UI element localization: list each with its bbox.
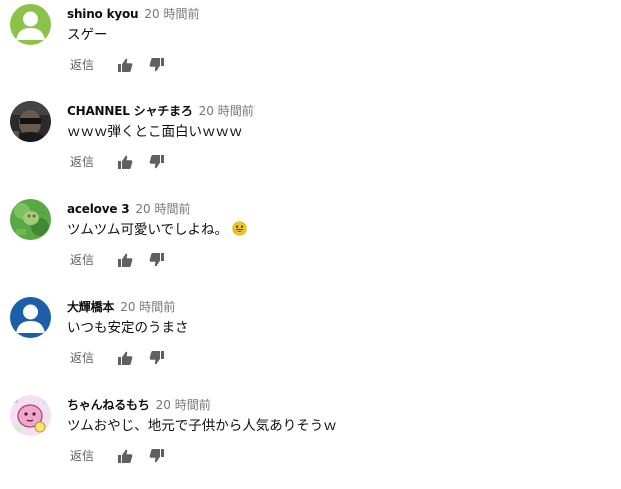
comment-header: shino kyou 20 時間前 [67,4,199,22]
comment-author[interactable]: CHANNEL シャチまろ [67,104,193,118]
reply-button[interactable]: 返信 [70,153,94,171]
thumbs-down-icon[interactable] [149,154,165,170]
reply-button[interactable]: 返信 [70,349,94,367]
comment-text: いつも安定のうまさ [67,320,189,336]
thumbs-down-icon[interactable] [149,448,165,464]
comment-timestamp[interactable]: 20 時間前 [144,7,199,21]
thumbs-up-icon[interactable] [117,448,133,464]
reply-button[interactable]: 返信 [70,251,94,269]
thumbs-down-icon[interactable] [149,350,165,366]
comment-text: ツムおやじ、地元で子供から人気ありそうｗ [67,418,337,434]
comment-author[interactable]: shino kyou [67,7,139,21]
comment-text: スゲー [67,27,108,43]
thumbs-up-icon[interactable] [117,350,133,366]
pink-illustration-avatar-icon[interactable] [10,395,51,436]
reply-button[interactable]: 返信 [70,56,94,74]
reply-button[interactable]: 返信 [70,447,94,465]
thumbs-down-icon[interactable] [149,57,165,73]
comment-item: CHANNEL シャチまろ 20 時間前 ｗｗｗ弾くとこ面白いｗｗｗ 返信 [0,97,621,195]
thumbs-up-icon[interactable] [117,252,133,268]
comment-item: 大輝橋本 20 時間前 いつも安定のうまさ 返信 [0,293,621,391]
comment-header: ちゃんねるもち 20 時間前 [67,395,211,413]
comment-text: ｗｗｗ弾くとこ面白いｗｗｗ [67,124,243,140]
comment-header: acelove 3 20 時間前 [67,199,191,217]
green-photo-avatar-icon[interactable] [10,199,51,240]
comment-header: 大輝橋本 20 時間前 [67,297,175,315]
comment-timestamp[interactable]: 20 時間前 [199,104,254,118]
comment-item: ちゃんねるもち 20 時間前 ツムおやじ、地元で子供から人気ありそうｗ 返信 [0,391,621,489]
comment-timestamp[interactable]: 20 時間前 [120,300,175,314]
comment-author[interactable]: ちゃんねるもち [67,398,150,412]
comment-author[interactable]: 大輝橋本 [67,300,114,314]
comment-item: acelove 3 20 時間前 ツムツム可愛いでしよね。 返信 [0,195,621,293]
comment-header: CHANNEL シャチまろ 20 時間前 [67,101,254,119]
thumbs-down-icon[interactable] [149,252,165,268]
comment-timestamp[interactable]: 20 時間前 [156,398,211,412]
thumbs-up-icon[interactable] [117,154,133,170]
dark-photo-avatar-icon[interactable] [10,101,51,142]
comment-item: shino kyou 20 時間前 スゲー 返信 [0,0,621,98]
comment-text: ツムツム可愛いでしよね。 [67,220,247,240]
default-blue-avatar-icon[interactable] [10,297,51,338]
comment-author[interactable]: acelove 3 [67,202,130,216]
comment-text-content: ツムツム可愛いでしよね。 [67,222,229,238]
thumbs-up-icon[interactable] [117,57,133,73]
comment-timestamp[interactable]: 20 時間前 [135,202,190,216]
grinning-face-emoji-icon [232,221,247,236]
default-green-avatar-icon[interactable] [10,4,51,45]
